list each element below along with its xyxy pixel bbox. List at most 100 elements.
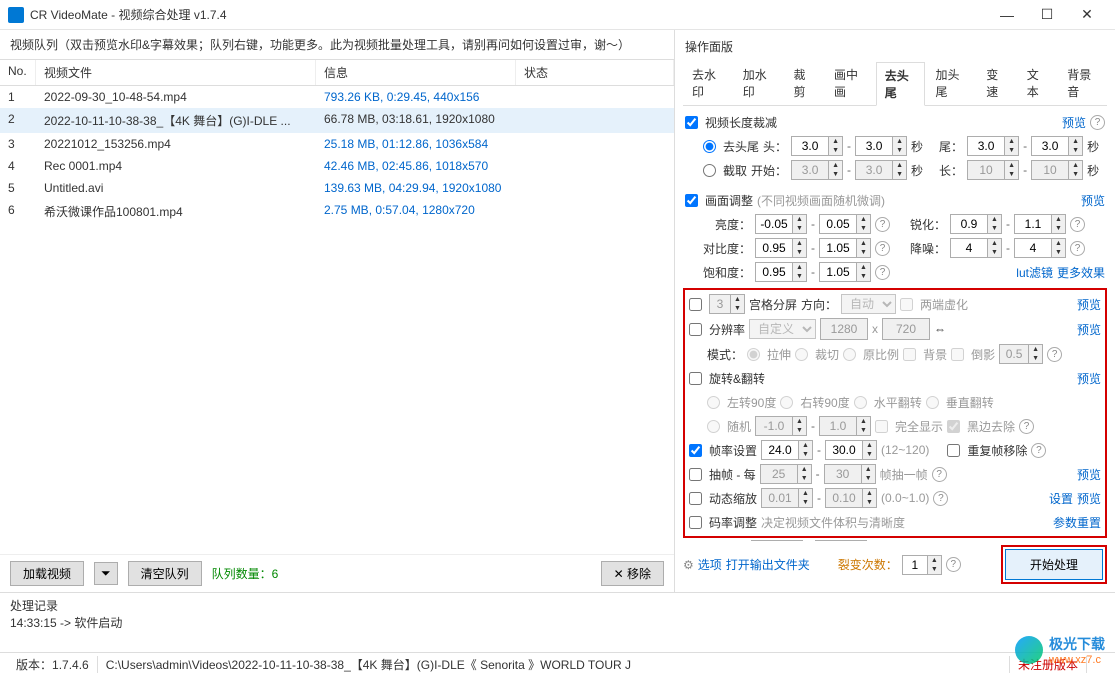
bright-to-spinner[interactable]: ▲▼	[819, 214, 871, 234]
dyn-setting-link[interactable]: 设置	[1049, 490, 1073, 507]
res-preview-link[interactable]: 预览	[1077, 321, 1101, 338]
swap-icon[interactable]: ⇔	[934, 322, 946, 336]
clear-queue-button[interactable]: 清空队列	[128, 561, 202, 586]
help-icon[interactable]: ?	[1019, 419, 1034, 434]
help-icon[interactable]: ?	[875, 265, 890, 280]
col-no[interactable]: No.	[0, 60, 36, 85]
more-effects-link[interactable]: 更多效果	[1057, 264, 1105, 281]
head-to-spinner[interactable]: ▲▼	[855, 136, 907, 156]
load-video-button[interactable]: 加载视频	[10, 561, 84, 586]
help-icon[interactable]: ?	[1047, 347, 1062, 362]
tail-to-spinner[interactable]: ▲▼	[1031, 136, 1083, 156]
table-row[interactable]: 5 Untitled.avi 139.63 MB, 04:29.94, 1920…	[0, 177, 674, 199]
blackrm-checkbox[interactable]	[947, 420, 960, 433]
table-row[interactable]: 4 Rec 0001.mp4 42.46 MB, 02:45.86, 1018x…	[0, 155, 674, 177]
mode-orig-radio[interactable]	[843, 348, 856, 361]
mirror-value-spinner[interactable]: ▲▼	[999, 344, 1043, 364]
tail-from-spinner[interactable]: ▲▼	[967, 136, 1019, 156]
remove-button[interactable]: ✕ 移除	[601, 561, 664, 586]
trim-mode-extract-radio[interactable]	[703, 164, 716, 177]
fullshow-checkbox[interactable]	[875, 420, 888, 433]
dropframe-enable-checkbox[interactable]	[689, 468, 702, 481]
head-from-spinner[interactable]: ▲▼	[791, 136, 843, 156]
lut-link[interactable]: lut滤镜	[1016, 264, 1053, 281]
table-row[interactable]: 1 2022-09-30_10-48-54.mp4 793.26 KB, 0:2…	[0, 86, 674, 108]
minimize-button[interactable]: —	[987, 1, 1027, 29]
drop-from-spinner[interactable]: ▲▼	[760, 464, 812, 484]
trim-enable-checkbox[interactable]	[685, 116, 698, 129]
grid-direction-select[interactable]: 自动	[841, 294, 896, 314]
resolution-enable-checkbox[interactable]	[689, 323, 702, 336]
load-video-dropdown[interactable]: ⏷	[94, 562, 118, 585]
sat-from-spinner[interactable]: ▲▼	[755, 262, 807, 282]
table-row[interactable]: 6 希沃微课作品100801.mp4 2.75 MB, 0:57.04, 128…	[0, 199, 674, 224]
rotate-to-spinner[interactable]: ▲▼	[819, 416, 871, 436]
dyn-preview-link[interactable]: 预览	[1077, 490, 1101, 507]
len-to-spinner[interactable]: ▲▼	[1031, 160, 1083, 180]
col-info[interactable]: 信息	[316, 60, 516, 85]
tab-bgm[interactable]: 背景音	[1058, 61, 1107, 105]
start-process-button[interactable]: 开始处理	[1005, 549, 1103, 580]
resolution-preset-select[interactable]: 自定义	[749, 319, 816, 339]
sharpen-to-spinner[interactable]: ▲▼	[1014, 214, 1066, 234]
trim-mode-cut-radio[interactable]	[703, 140, 716, 153]
rotate-preview-link[interactable]: 预览	[1077, 370, 1101, 387]
dynzoom-enable-checkbox[interactable]	[689, 492, 702, 505]
rotate-from-spinner[interactable]: ▲▼	[755, 416, 807, 436]
queue-table-body[interactable]: 1 2022-09-30_10-48-54.mp4 793.26 KB, 0:2…	[0, 86, 674, 554]
sharpen-from-spinner[interactable]: ▲▼	[950, 214, 1002, 234]
close-button[interactable]: ✕	[1067, 1, 1107, 29]
tab-add-intro[interactable]: 加头尾	[927, 61, 976, 105]
adjust-enable-checkbox[interactable]	[685, 194, 698, 207]
start-to-spinner[interactable]: ▲▼	[855, 160, 907, 180]
trim-preview-link[interactable]: 预览	[1062, 114, 1086, 131]
adjust-preview-link[interactable]: 预览	[1081, 192, 1105, 209]
contrast-from-spinner[interactable]: ▲▼	[755, 238, 807, 258]
dyn-to-spinner[interactable]: ▲▼	[825, 488, 877, 508]
sat-to-spinner[interactable]: ▲▼	[819, 262, 871, 282]
rotate-enable-checkbox[interactable]	[689, 372, 702, 385]
denoise-to-spinner[interactable]: ▲▼	[1014, 238, 1066, 258]
grid-virtual-checkbox[interactable]	[900, 298, 913, 311]
dup-remove-checkbox[interactable]	[947, 444, 960, 457]
bright-from-spinner[interactable]: ▲▼	[755, 214, 807, 234]
height-input[interactable]	[882, 318, 930, 340]
table-row[interactable]: 3 20221012_153256.mp4 25.18 MB, 01:12.86…	[0, 133, 674, 155]
help-icon[interactable]: ?	[933, 491, 948, 506]
bitrate-enable-checkbox[interactable]	[689, 516, 702, 529]
width-input[interactable]	[820, 318, 868, 340]
drop-to-spinner[interactable]: ▲▼	[824, 464, 876, 484]
rotate-r90-radio[interactable]	[780, 396, 793, 409]
fps-from-spinner[interactable]: ▲▼	[761, 440, 813, 460]
grid-enable-checkbox[interactable]	[689, 298, 702, 311]
table-row[interactable]: 2 2022-10-11-10-38-38_【4K 舞台】(G)I-DLE ..…	[0, 108, 674, 133]
open-output-link[interactable]: 打开输出文件夹	[726, 556, 810, 573]
bg-checkbox[interactable]	[903, 348, 916, 361]
rotate-random-radio[interactable]	[707, 420, 720, 433]
len-from-spinner[interactable]: ▲▼	[967, 160, 1019, 180]
tab-speed[interactable]: 变速	[977, 61, 1016, 105]
rotate-hflip-radio[interactable]	[854, 396, 867, 409]
dyn-from-spinner[interactable]: ▲▼	[761, 488, 813, 508]
split-count-spinner[interactable]: ▲▼	[902, 555, 942, 575]
help-icon[interactable]: ?	[1070, 241, 1085, 256]
help-icon[interactable]: ?	[946, 557, 961, 572]
grid-preview-link[interactable]: 预览	[1077, 296, 1101, 313]
rotate-l90-radio[interactable]	[707, 396, 720, 409]
fps-enable-checkbox[interactable]	[689, 444, 702, 457]
mode-stretch-radio[interactable]	[747, 348, 760, 361]
mirror-checkbox[interactable]	[951, 348, 964, 361]
tab-pip[interactable]: 画中画	[825, 61, 874, 105]
help-icon[interactable]: ?	[932, 467, 947, 482]
params-reset-link[interactable]: 参数重置	[1053, 514, 1101, 531]
grid-value-spinner[interactable]: ▲▼	[709, 294, 745, 314]
tab-text[interactable]: 文本	[1018, 61, 1057, 105]
rotate-vflip-radio[interactable]	[926, 396, 939, 409]
help-icon[interactable]: ?	[875, 241, 890, 256]
start-from-spinner[interactable]: ▲▼	[791, 160, 843, 180]
drop-preview-link[interactable]: 预览	[1077, 466, 1101, 483]
options-link[interactable]: 选项	[698, 556, 722, 573]
help-icon[interactable]: ?	[875, 217, 890, 232]
help-icon[interactable]: ?	[1070, 217, 1085, 232]
tab-crop[interactable]: 裁剪	[785, 61, 824, 105]
